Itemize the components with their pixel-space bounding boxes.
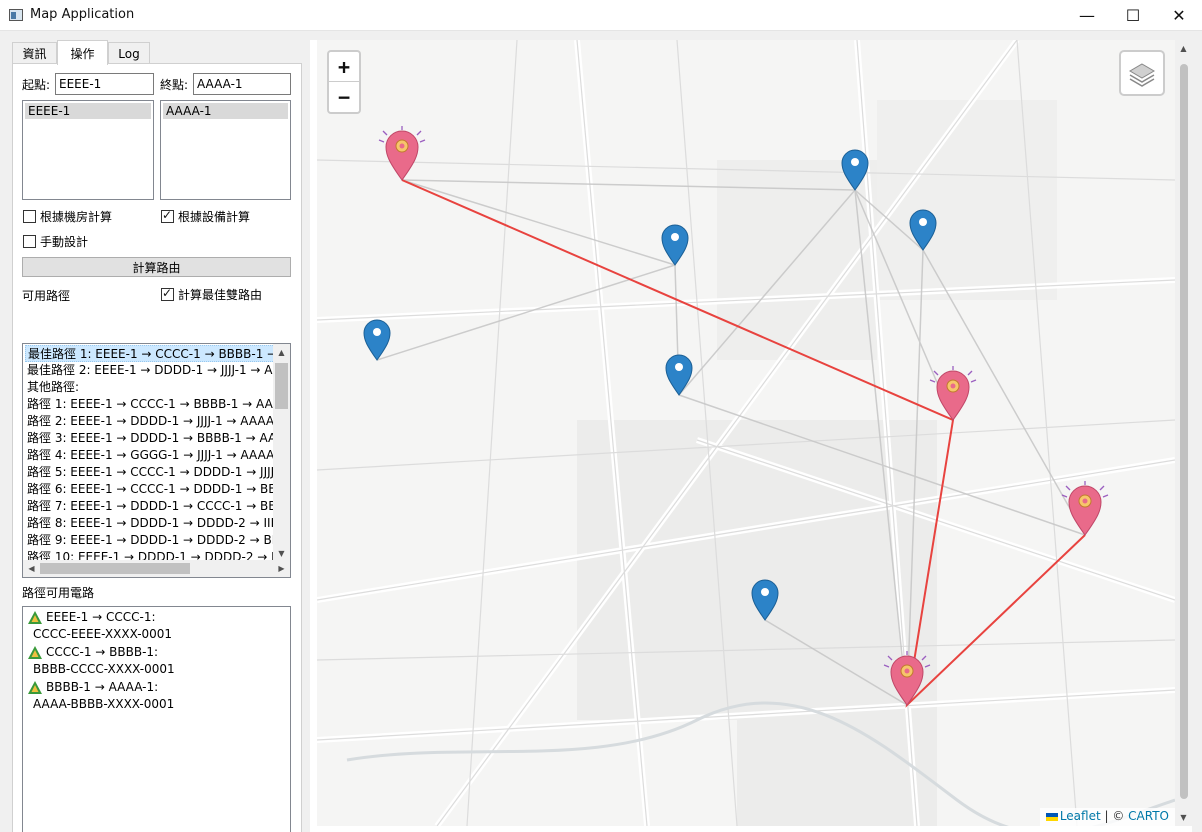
circuit-title: EEEE-1 → CCCC-1: (46, 610, 156, 624)
end-input[interactable] (193, 73, 291, 95)
manual-label: 手動設計 (40, 235, 89, 249)
route-item[interactable]: 最佳路徑 2: EEEE-1 → DDDD-1 → JJJJ-1 → AAAA-… (25, 362, 275, 379)
route-item[interactable]: 路徑 4: EEEE-1 → GGGG-1 → JJJJ-1 → AAAA-1 (25, 447, 275, 464)
maximize-button[interactable]: ☐ (1110, 0, 1156, 31)
circuit-title: BBBB-1 → AAAA-1: (46, 680, 159, 694)
route-item[interactable]: 其他路徑: (25, 379, 275, 396)
ukraine-flag-icon (1045, 812, 1058, 821)
start-input[interactable] (55, 73, 154, 95)
zoom-control: + − (327, 50, 361, 114)
client-area: 資訊 操作 Log 起點: 終點: EEEE-1 AAAA-1 根據機房計算 根… (0, 31, 1202, 832)
routes-vertical-scrollbar[interactable]: ▲ ▼ (273, 344, 290, 562)
by-room-label: 根據機房計算 (40, 210, 113, 224)
best-dual-checkbox[interactable] (161, 286, 174, 301)
scroll-up-icon[interactable]: ▲ (1175, 40, 1192, 57)
circuit-item[interactable]: BBBB-1 → AAAA-1: AAAA-BBBB-XXXX-0001 (28, 679, 278, 713)
minimize-button[interactable]: — (1064, 0, 1110, 31)
calculate-route-button[interactable]: 計算路由 (22, 257, 291, 277)
close-button[interactable]: ✕ (1156, 0, 1202, 31)
end-label: 終點: (160, 78, 189, 92)
layers-button[interactable] (1119, 50, 1165, 96)
circuit-item[interactable]: EEEE-1 → CCCC-1: CCCC-EEEE-XXXX-0001 (28, 609, 278, 643)
routes-list[interactable]: 最佳路徑 1: EEEE-1 → CCCC-1 → BBBB-1 → AAAA-… (22, 343, 291, 578)
scroll-right-icon[interactable]: ▶ (273, 560, 290, 577)
circuits-label: 路徑可用電路 (22, 586, 95, 600)
circuits-tree[interactable]: EEEE-1 → CCCC-1: CCCC-EEEE-XXXX-0001 CCC… (22, 606, 291, 832)
circuit-tower-icon (28, 681, 42, 694)
circuit-tower-icon (28, 646, 42, 659)
end-list[interactable]: AAAA-1 (160, 100, 291, 200)
title-bar: Map Application — ☐ ✕ (0, 0, 1202, 31)
zoom-out-button[interactable]: − (329, 82, 359, 112)
scroll-up-icon[interactable]: ▲ (273, 344, 290, 361)
map-view[interactable]: + − Leaflet | © CARTO (317, 40, 1175, 826)
scroll-down-icon[interactable]: ▼ (1175, 809, 1192, 826)
circuit-code: BBBB-CCCC-XXXX-0001 (33, 662, 175, 676)
circuit-code: AAAA-BBBB-XXXX-0001 (33, 697, 175, 711)
by-device-checkbox[interactable] (161, 208, 174, 223)
by-device-label: 根據設備計算 (178, 210, 251, 224)
attribution-separator: | © (1100, 809, 1129, 823)
route-item[interactable]: 路徑 2: EEEE-1 → DDDD-1 → JJJJ-1 → AAAA-1 (25, 413, 275, 430)
zoom-in-button[interactable]: + (329, 52, 359, 82)
route-item[interactable]: 最佳路徑 1: EEEE-1 → CCCC-1 → BBBB-1 → AAAA-… (25, 345, 275, 362)
start-list-item[interactable]: EEEE-1 (25, 103, 151, 119)
routes-horizontal-thumb[interactable] (40, 563, 190, 574)
app-icon (9, 9, 23, 21)
route-item[interactable]: 路徑 1: EEEE-1 → CCCC-1 → BBBB-1 → AAAA-1 (25, 396, 275, 413)
tab-info[interactable]: 資訊 (12, 42, 57, 64)
available-routes-label: 可用路徑 (22, 289, 71, 303)
by-room-checkbox[interactable] (23, 210, 36, 223)
circuit-item[interactable]: CCCC-1 → BBBB-1: BBBB-CCCC-XXXX-0001 (28, 644, 278, 678)
route-item[interactable]: 路徑 7: EEEE-1 → DDDD-1 → CCCC-1 → BBBB-1 (25, 498, 275, 515)
route-item[interactable]: 路徑 5: EEEE-1 → CCCC-1 → DDDD-1 → JJJJ-1 (25, 464, 275, 481)
layers-icon (1129, 63, 1155, 87)
tab-operations[interactable]: 操作 (57, 40, 108, 65)
scroll-left-icon[interactable]: ◀ (23, 560, 40, 577)
circuit-code: CCCC-EEEE-XXXX-0001 (33, 627, 173, 641)
carto-link[interactable]: CARTO (1128, 809, 1169, 823)
leaflet-link[interactable]: Leaflet (1060, 809, 1101, 823)
map-basemap (317, 40, 1175, 826)
map-attribution: Leaflet | © CARTO (1039, 808, 1175, 826)
end-list-item[interactable]: AAAA-1 (163, 103, 288, 119)
route-item[interactable]: 路徑 9: EEEE-1 → DDDD-1 → DDDD-2 → BBBB-1 (25, 532, 275, 549)
circuit-tower-icon (28, 611, 42, 624)
window-title: Map Application (30, 7, 135, 22)
start-label: 起點: (22, 78, 51, 92)
route-item[interactable]: 路徑 6: EEEE-1 → CCCC-1 → DDDD-1 → BBBB-1 (25, 481, 275, 498)
operations-panel: 起點: 終點: EEEE-1 AAAA-1 根據機房計算 根據設備計算 手動設計… (12, 63, 302, 832)
routes-vertical-thumb[interactable] (275, 363, 288, 409)
start-list[interactable]: EEEE-1 (22, 100, 154, 200)
map-container: + − Leaflet | © CARTO (310, 40, 1192, 832)
circuit-title: CCCC-1 → BBBB-1: (46, 645, 159, 659)
route-item[interactable]: 路徑 8: EEEE-1 → DDDD-1 → DDDD-2 → IIII-1 (25, 515, 275, 532)
manual-checkbox[interactable] (23, 235, 36, 248)
map-vertical-scrollbar[interactable]: ▲ ▼ (1175, 40, 1192, 826)
route-item[interactable]: 路徑 3: EEEE-1 → DDDD-1 → BBBB-1 → AAAA-1 (25, 430, 275, 447)
tab-log[interactable]: Log (108, 42, 150, 64)
routes-horizontal-scrollbar[interactable]: ◀ ▶ (23, 560, 290, 577)
map-vertical-thumb[interactable] (1180, 64, 1188, 799)
best-dual-label: 計算最佳雙路由 (178, 288, 263, 302)
